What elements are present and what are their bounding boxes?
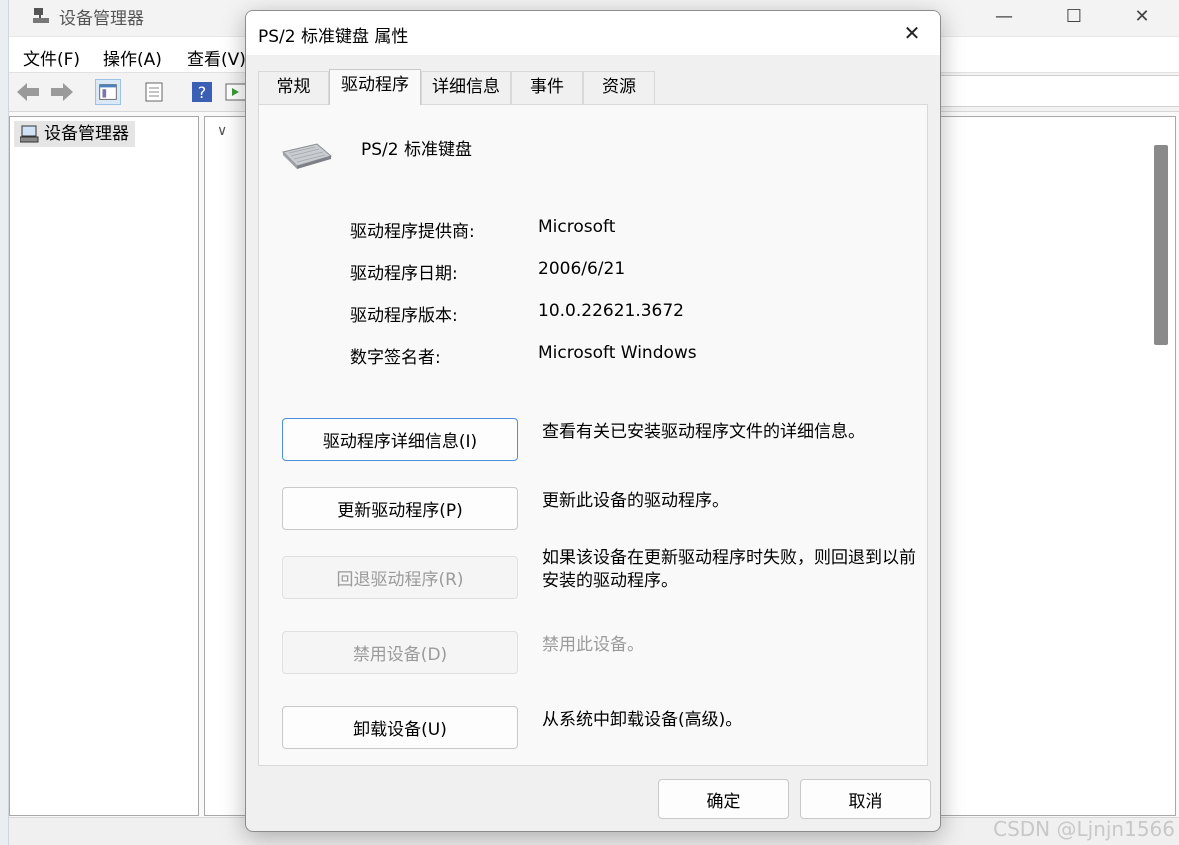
dialog-title: PS/2 标准键盘 属性 xyxy=(258,27,409,47)
provider-value: Microsoft xyxy=(538,217,616,237)
rollback-driver-description: 如果该设备在更新驱动程序时失败，则回退到以前安装的驱动程序。 xyxy=(542,548,916,591)
driver-tab-panel: PS/2 标准键盘 驱动程序提供商: Microsoft 驱动程序日期: 200… xyxy=(258,104,928,766)
menu-view[interactable]: 查看(V) xyxy=(187,45,246,70)
driver-details-button[interactable]: 驱动程序详细信息(I) xyxy=(282,418,518,461)
signer-label: 数字签名者: xyxy=(350,348,441,368)
tree-pane: 设备管理器 xyxy=(9,116,199,816)
properties-dialog: PS/2 标准键盘 属性 ✕ 常规 驱动程序 详细信息 事件 资源 PS/2 标… xyxy=(245,10,941,832)
scrollbar-thumb[interactable] xyxy=(1154,145,1168,345)
forward-arrow-icon[interactable] xyxy=(49,79,75,105)
tab-general[interactable]: 常规 xyxy=(258,71,329,104)
update-driver-button[interactable]: 更新驱动程序(P) xyxy=(282,487,518,530)
rollback-driver-button[interactable]: 回退驱动程序(R) xyxy=(282,556,518,599)
tree-root-label: 设备管理器 xyxy=(44,124,129,144)
menu-file[interactable]: 文件(F) xyxy=(23,45,80,70)
close-icon[interactable]: ✕ xyxy=(1107,0,1177,32)
device-manager-icon xyxy=(33,8,49,23)
version-value: 10.0.22621.3672 xyxy=(538,301,685,321)
signer-value: Microsoft Windows xyxy=(538,343,697,363)
computer-icon xyxy=(20,125,39,143)
uninstall-device-description: 从系统中卸载设备(高级)。 xyxy=(542,710,743,730)
chevron-down-icon[interactable]: ∨ xyxy=(217,123,227,139)
watermark: CSDN @Ljnjn1566 xyxy=(993,817,1175,841)
svg-text:?: ? xyxy=(198,83,207,102)
driver-details-description: 查看有关已安装驱动程序文件的详细信息。 xyxy=(542,422,865,442)
provider-label: 驱动程序提供商: xyxy=(350,222,475,242)
date-label: 驱动程序日期: xyxy=(350,264,458,284)
tree-root-item[interactable]: 设备管理器 xyxy=(14,121,135,147)
keyboard-icon xyxy=(282,143,333,169)
uninstall-device-button[interactable]: 卸载设备(U) xyxy=(282,706,518,749)
device-name: PS/2 标准键盘 xyxy=(361,140,472,160)
tab-details[interactable]: 详细信息 xyxy=(421,71,511,104)
desktop-edge xyxy=(0,0,9,845)
disable-device-description: 禁用此设备。 xyxy=(542,635,644,655)
maximize-icon[interactable]: ☐ xyxy=(1039,0,1109,32)
tab-events[interactable]: 事件 xyxy=(511,71,583,104)
disable-device-button[interactable]: 禁用设备(D) xyxy=(282,631,518,674)
properties-icon[interactable] xyxy=(141,79,167,105)
menu-action[interactable]: 操作(A) xyxy=(103,45,162,70)
minimize-icon[interactable]: — xyxy=(969,0,1039,32)
cancel-button[interactable]: 取消 xyxy=(800,779,931,819)
show-hide-tree-icon[interactable] xyxy=(95,79,121,105)
toolbar-field xyxy=(939,75,1179,107)
tab-resources[interactable]: 资源 xyxy=(583,71,655,104)
update-driver-description: 更新此设备的驱动程序。 xyxy=(542,491,729,511)
date-value: 2006/6/21 xyxy=(538,259,626,279)
window-title: 设备管理器 xyxy=(59,9,144,29)
dialog-titlebar: PS/2 标准键盘 属性 ✕ xyxy=(246,11,940,55)
ok-button[interactable]: 确定 xyxy=(658,779,789,819)
tab-strip: 常规 驱动程序 详细信息 事件 资源 xyxy=(258,69,928,105)
version-label: 驱动程序版本: xyxy=(350,306,458,326)
help-icon[interactable]: ? xyxy=(189,79,215,105)
tab-driver[interactable]: 驱动程序 xyxy=(329,69,421,105)
dialog-close-icon[interactable]: ✕ xyxy=(894,18,930,48)
back-arrow-icon[interactable] xyxy=(15,79,41,105)
